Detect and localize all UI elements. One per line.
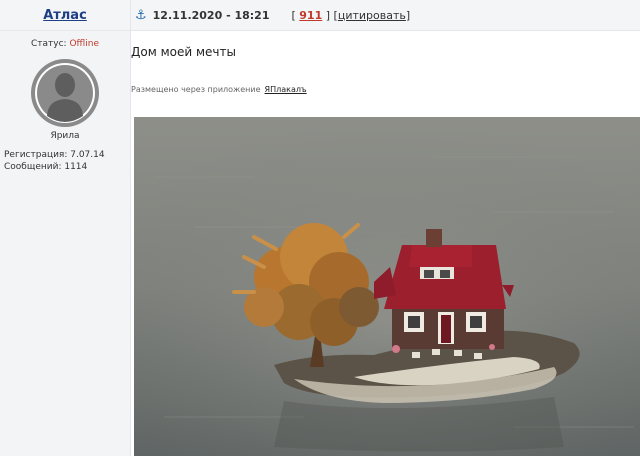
post-image[interactable]: [134, 117, 640, 456]
status-line: Статус: Offline: [0, 39, 130, 49]
user-rank: Ярила: [50, 131, 80, 141]
forum-post: Атлас Статус: Offline Ярила Регистрация:…: [0, 0, 640, 456]
house-on-island-illustration: [134, 117, 640, 456]
quote-link[interactable]: цитировать: [338, 9, 406, 22]
avatar-placeholder-icon: [31, 59, 99, 127]
author-name-link[interactable]: Атлас: [43, 8, 87, 23]
quote-bracket-close: ]: [405, 8, 411, 22]
post-datetime: 12.11.2020 - 18:21: [152, 8, 270, 22]
posted-via-line: Размещено через приложение ЯПлакалъ: [131, 85, 640, 95]
posts-count: Сообщений: 1114: [4, 162, 88, 172]
rating-bracket-open: [: [291, 8, 296, 22]
anchor-icon[interactable]: ⚓: [135, 8, 147, 23]
rating-link[interactable]: 911: [299, 9, 322, 22]
avatar[interactable]: [30, 58, 100, 128]
app-link[interactable]: ЯПлакалъ: [265, 85, 307, 94]
author-column: Атлас Статус: Offline Ярила Регистрация:…: [0, 0, 131, 456]
rating-bracket-close: ]: [325, 8, 331, 22]
posted-via-label: Размещено через приложение: [131, 85, 261, 94]
status-label: Статус:: [31, 39, 67, 49]
post-column: ⚓ 12.11.2020 - 18:21 [ 911 ] [цитировать…: [131, 0, 640, 456]
post-title: Дом моей мечты: [131, 45, 236, 59]
post-header: ⚓ 12.11.2020 - 18:21 [ 911 ] [цитировать…: [131, 0, 640, 31]
author-bar: Атлас: [0, 0, 130, 31]
registration-date: Регистрация: 7.07.14: [4, 150, 105, 160]
rating-group: [ 911 ] [цитировать]: [291, 9, 410, 22]
status-value: Offline: [69, 39, 99, 49]
